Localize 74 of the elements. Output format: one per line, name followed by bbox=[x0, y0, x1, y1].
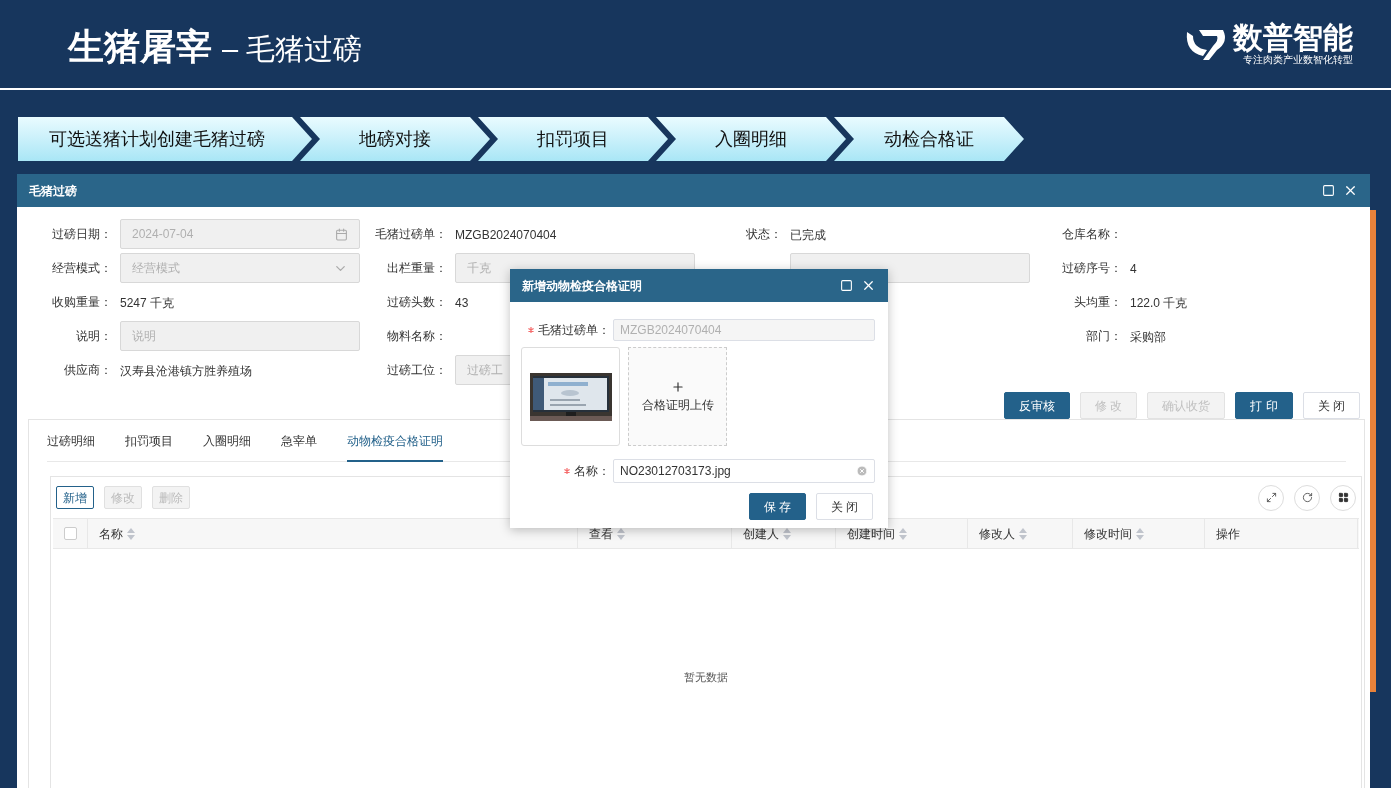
field-value: 采购部 bbox=[1130, 330, 1166, 344]
field-value: 4 bbox=[1130, 262, 1137, 276]
column-header: 修改人 bbox=[979, 525, 1015, 543]
action-button[interactable]: 打 印 bbox=[1235, 392, 1293, 419]
field-label: 说明： bbox=[75, 328, 112, 345]
field-label: 过磅头数： bbox=[386, 294, 447, 311]
action-button[interactable]: 保 存 bbox=[749, 493, 806, 520]
field-label: 物料名称： bbox=[386, 328, 447, 345]
column-header: 操作 bbox=[1216, 525, 1240, 543]
action-button[interactable]: 关 闭 bbox=[816, 493, 873, 520]
column-header: 创建人 bbox=[743, 525, 779, 543]
action-button[interactable]: 关 闭 bbox=[1302, 392, 1360, 419]
clear-icon[interactable] bbox=[856, 465, 868, 477]
field-label: 仓库名称： bbox=[1061, 226, 1122, 243]
field-value: 5247 千克 bbox=[120, 296, 175, 310]
plus-icon bbox=[670, 379, 685, 394]
sort-icon[interactable] bbox=[899, 527, 907, 540]
expand-icon bbox=[1265, 492, 1277, 503]
column-header: 修改时间 bbox=[1084, 525, 1132, 543]
select-all-checkbox[interactable] bbox=[63, 527, 77, 540]
field-label: 经营模式： bbox=[51, 260, 112, 277]
close-icon[interactable] bbox=[1343, 183, 1358, 198]
sort-icon[interactable] bbox=[1136, 527, 1144, 540]
field-label: 毛猪过磅单： bbox=[374, 226, 447, 243]
field-label: 部门： bbox=[1085, 328, 1122, 345]
grid-icon bbox=[1337, 492, 1349, 503]
process-step: 地磅对接 bbox=[300, 117, 490, 161]
sort-icon[interactable] bbox=[783, 527, 791, 540]
tab[interactable]: 动物检疫合格证明 bbox=[347, 420, 443, 462]
refresh-icon bbox=[1301, 492, 1313, 503]
process-step: 入圈明细 bbox=[656, 117, 846, 161]
column-header: 名称 bbox=[99, 525, 123, 543]
empty-message: 暂无数据 bbox=[684, 670, 728, 685]
toolbar-button[interactable]: 新增 bbox=[56, 486, 94, 509]
sort-icon[interactable] bbox=[617, 527, 625, 540]
input-field[interactable]: NO23012703173.jpg bbox=[613, 459, 875, 483]
field-label: 毛猪过磅单： bbox=[538, 322, 610, 339]
tab[interactable]: 扣罚项目 bbox=[125, 420, 173, 462]
field-value: MZGB2024070404 bbox=[455, 228, 557, 242]
sort-icon[interactable] bbox=[1019, 527, 1027, 540]
field-label: 收购重量： bbox=[51, 294, 112, 311]
field-label: 头均重： bbox=[1073, 294, 1122, 311]
logo-tagline: 专注肉类产业数智化转型 bbox=[1243, 54, 1353, 66]
calendar-icon bbox=[335, 227, 348, 241]
field-label: 过磅工位： bbox=[386, 362, 447, 379]
close-icon[interactable] bbox=[861, 278, 876, 293]
field-value: 43 bbox=[455, 296, 469, 310]
process-step: 动检合格证 bbox=[834, 117, 1024, 161]
slide-subtitle: – 毛猪过磅 bbox=[222, 32, 363, 67]
slide-title: 生猪屠宰 bbox=[68, 25, 212, 69]
window-title: 毛猪过磅 bbox=[29, 182, 77, 200]
maximize-icon[interactable] bbox=[840, 279, 853, 292]
field-value: 汉寿县沧港镇方胜养殖场 bbox=[120, 364, 252, 378]
field-label: 供应商： bbox=[63, 362, 112, 379]
field-label: 过磅日期： bbox=[51, 226, 112, 243]
process-step: 扣罚项目 bbox=[478, 117, 668, 161]
tab[interactable]: 过磅明细 bbox=[47, 420, 95, 462]
field-label: 名称： bbox=[574, 463, 610, 480]
field-label: 过磅序号： bbox=[1061, 260, 1122, 277]
column-header: 查看 bbox=[589, 525, 613, 543]
logo-name: 数普智能 bbox=[1233, 22, 1353, 54]
upload-button[interactable]: 合格证明上传 bbox=[628, 347, 727, 446]
tab[interactable]: 急宰单 bbox=[281, 420, 317, 462]
field-value: 122.0 千克 bbox=[1130, 296, 1188, 310]
sort-icon[interactable] bbox=[127, 527, 135, 540]
action-button[interactable]: 反审核 bbox=[1003, 392, 1070, 419]
attachment-thumbnail[interactable] bbox=[521, 347, 620, 446]
tab[interactable]: 入圈明细 bbox=[203, 420, 251, 462]
field-label: 出栏重量： bbox=[386, 260, 447, 277]
process-step: 可选送猪计划创建毛猪过磅 bbox=[18, 117, 312, 161]
maximize-icon[interactable] bbox=[1322, 184, 1335, 197]
column-header: 创建时间 bbox=[847, 525, 895, 543]
field-value: 已完成 bbox=[790, 228, 826, 242]
field-label: 状态： bbox=[745, 226, 782, 243]
